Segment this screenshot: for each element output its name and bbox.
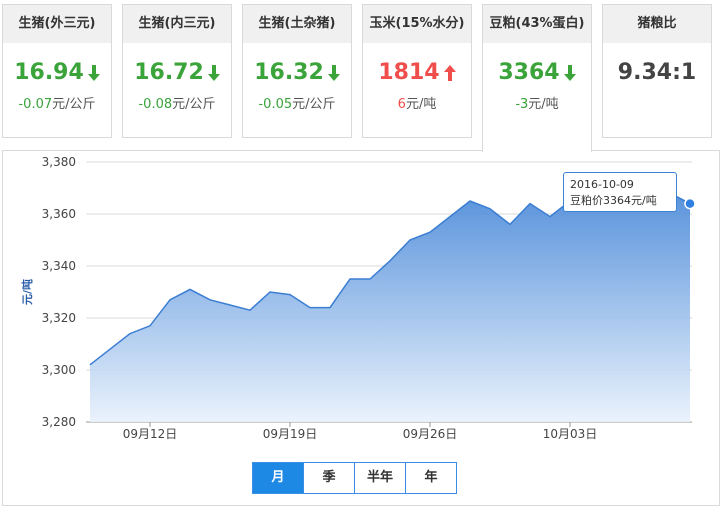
x-tick-label: 09月19日 bbox=[263, 427, 318, 441]
card-change-unit: 元/吨 bbox=[528, 97, 559, 112]
x-tick-label: 09月26日 bbox=[403, 427, 458, 441]
chart-tooltip: 2016-10-09 豆粕价3364元/吨 bbox=[563, 172, 677, 212]
range-button[interactable]: 季 bbox=[303, 462, 355, 494]
card-change: -3元/吨 bbox=[483, 93, 591, 112]
y-tick-label: 3,380 bbox=[42, 155, 76, 169]
price-card[interactable]: 豆粕(43%蛋白) 3364 -3元/吨 bbox=[482, 4, 592, 152]
x-tick-label: 09月12日 bbox=[123, 427, 178, 441]
range-button[interactable]: 半年 bbox=[354, 462, 406, 494]
range-button[interactable]: 年 bbox=[405, 462, 457, 494]
card-value: 3364 bbox=[483, 53, 591, 93]
tooltip-label: 豆粕价3364元/吨 bbox=[570, 194, 657, 207]
range-button[interactable]: 月 bbox=[252, 462, 304, 494]
arrow-down-icon bbox=[563, 65, 576, 81]
y-axis-label: 元/吨 bbox=[20, 279, 34, 305]
data-point bbox=[684, 197, 696, 210]
y-tick-label: 3,360 bbox=[42, 207, 76, 221]
tooltip-date: 2016-10-09 bbox=[570, 178, 634, 191]
price-area bbox=[90, 175, 690, 422]
y-tick-label: 3,300 bbox=[42, 363, 76, 377]
range-selector: 月季半年年 bbox=[252, 462, 457, 494]
card-title: 豆粕(43%蛋白) bbox=[483, 5, 591, 43]
card-value-number: 3364 bbox=[498, 60, 560, 85]
y-tick-label: 3,280 bbox=[42, 415, 76, 429]
y-tick-label: 3,340 bbox=[42, 259, 76, 273]
x-tick-label: 10月03日 bbox=[543, 427, 598, 441]
card-change-value: -3 bbox=[515, 97, 529, 112]
price-chart: 3,280 3,300 3,320 3,340 3,360 3,380 09月12日 09月1… bbox=[20, 155, 696, 441]
y-tick-label: 3,320 bbox=[42, 311, 76, 325]
